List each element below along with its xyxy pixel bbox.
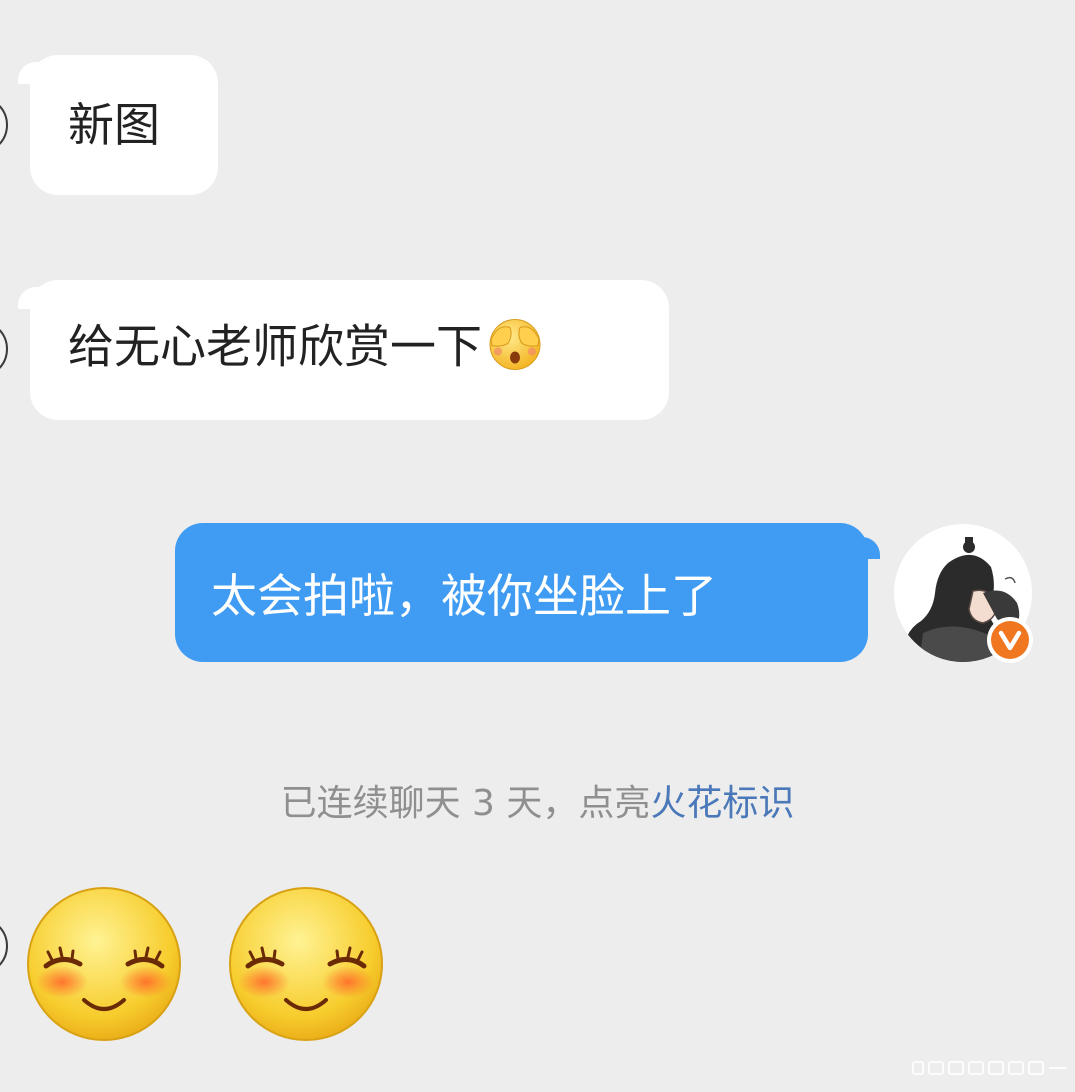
partner-avatar[interactable] xyxy=(0,917,8,975)
partner-avatar[interactable] xyxy=(0,320,8,378)
message-text: 给无心老师欣赏一下 xyxy=(68,318,544,383)
blushing-smile-sticker[interactable] xyxy=(226,884,386,1044)
message-text: 太会拍啦，被你坐脸上了 xyxy=(211,568,717,623)
blushing-smile-sticker[interactable] xyxy=(24,884,184,1044)
shy-peeking-face-emoji xyxy=(486,314,544,379)
spark-badge-link[interactable]: 火花标识 xyxy=(650,783,794,824)
my-avatar[interactable] xyxy=(893,523,1033,663)
incoming-message-bubble[interactable]: 给无心老师欣赏一下 xyxy=(30,280,669,420)
notice-text: 已连续聊天 3 天，点亮 xyxy=(280,783,651,824)
streak-notice: 已连续聊天 3 天，点亮火花标识 xyxy=(0,774,1075,826)
partner-avatar[interactable] xyxy=(0,96,8,154)
verified-badge-icon xyxy=(987,617,1033,663)
outgoing-message-bubble[interactable]: 太会拍啦，被你坐脸上了 xyxy=(175,523,868,662)
message-text: 新图 xyxy=(68,98,160,152)
watermark xyxy=(911,1060,1069,1076)
incoming-message-bubble[interactable]: 新图 xyxy=(30,55,218,195)
